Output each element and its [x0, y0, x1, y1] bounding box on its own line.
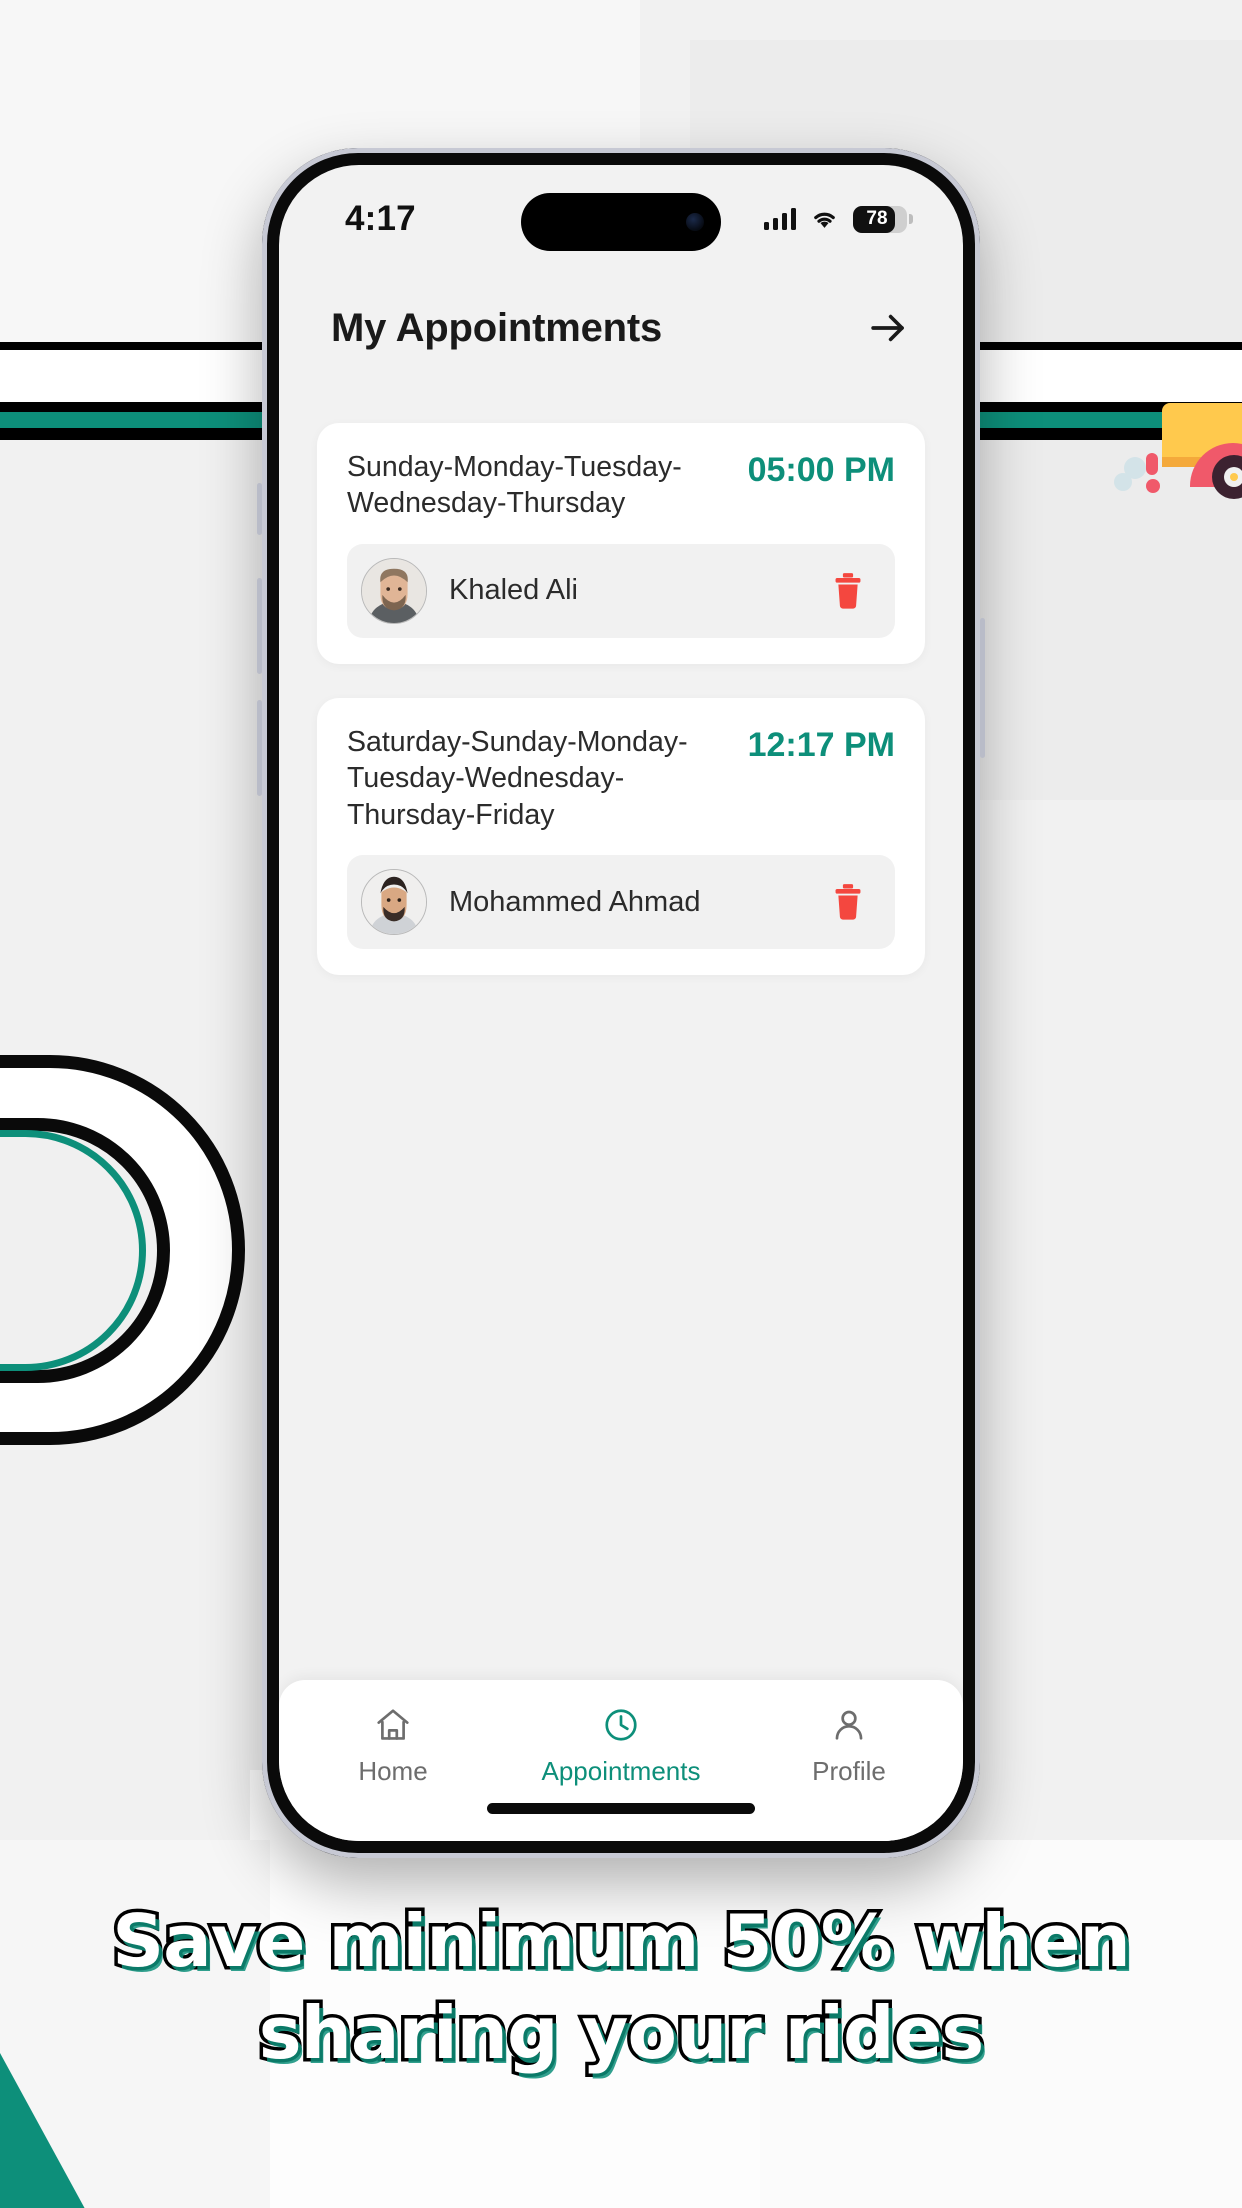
home-indicator[interactable]	[279, 1797, 963, 1841]
silent-switch[interactable]	[257, 483, 262, 535]
delivery-truck-icon	[1114, 395, 1242, 505]
appointments-list: Sunday-Monday-Tuesday-Wednesday-Thursday…	[279, 369, 963, 1680]
trash-icon[interactable]	[827, 879, 869, 925]
dynamic-island	[521, 193, 721, 251]
phone-mockup: 4:17 78 My Appointments Sunday-Monday-Tu…	[257, 148, 985, 1858]
trash-icon[interactable]	[827, 568, 869, 614]
appointment-time: 05:00 PM	[747, 451, 895, 489]
status-bar-indicators: 78	[763, 205, 913, 233]
nav-item-appointments[interactable]: Appointments	[507, 1704, 735, 1787]
phone-screen: 4:17 78 My Appointments Sunday-Monday-Tu…	[279, 165, 963, 1841]
front-camera-icon	[686, 213, 704, 231]
appointment-time: 12:17 PM	[747, 725, 895, 764]
arrow-right-icon[interactable]	[865, 305, 911, 351]
nav-item-profile[interactable]: Profile	[735, 1704, 963, 1787]
app-header: My Appointments	[279, 273, 963, 369]
bottom-navigation: Home Appointments Profile	[279, 1680, 963, 1797]
appointment-header: Saturday-Sunday-Monday-Tuesday-Wednesday…	[347, 724, 895, 833]
promo-caption-line-1: Save minimum 50% when	[109, 1895, 1135, 1986]
clock-icon	[602, 1704, 640, 1746]
appointment-header: Sunday-Monday-Tuesday-Wednesday-Thursday…	[347, 449, 895, 522]
avatar	[361, 869, 427, 936]
promo-caption-line-2: sharing your rides	[255, 1988, 987, 2079]
cellular-signal-icon	[763, 208, 796, 230]
passenger-row[interactable]: Khaled Ali	[347, 543, 895, 638]
passenger-name: Mohammed Ahmad	[449, 885, 701, 918]
appointment-card[interactable]: Sunday-Monday-Tuesday-Wednesday-Thursday…	[317, 423, 925, 664]
nav-label: Home	[358, 1756, 428, 1786]
wifi-icon	[814, 212, 835, 228]
volume-up-button[interactable]	[257, 578, 262, 674]
battery-icon: 78	[853, 205, 913, 233]
appointment-days: Saturday-Sunday-Monday-Tuesday-Wednesday…	[347, 725, 688, 831]
status-bar-time: 4:17	[345, 199, 416, 238]
appointment-card[interactable]: Saturday-Sunday-Monday-Tuesday-Wednesday…	[317, 697, 925, 976]
volume-down-button[interactable]	[257, 700, 262, 796]
passenger-row[interactable]: Mohammed Ahmad	[347, 855, 895, 950]
avatar	[361, 557, 427, 624]
nav-label: Profile	[812, 1756, 886, 1786]
appointment-days: Sunday-Monday-Tuesday-Wednesday-Thursday	[347, 451, 682, 520]
power-button[interactable]	[980, 618, 985, 758]
nav-item-home[interactable]: Home	[279, 1704, 507, 1787]
battery-percent: 78	[866, 208, 888, 229]
status-bar: 4:17 78	[279, 165, 963, 273]
person-icon	[830, 1704, 868, 1746]
passenger-name: Khaled Ali	[449, 574, 578, 607]
nav-label: Appointments	[541, 1756, 701, 1786]
page-title: My Appointments	[331, 305, 663, 350]
promo-caption: Save minimum 50% when sharing your rides	[0, 1895, 1242, 2079]
home-icon	[374, 1704, 412, 1746]
